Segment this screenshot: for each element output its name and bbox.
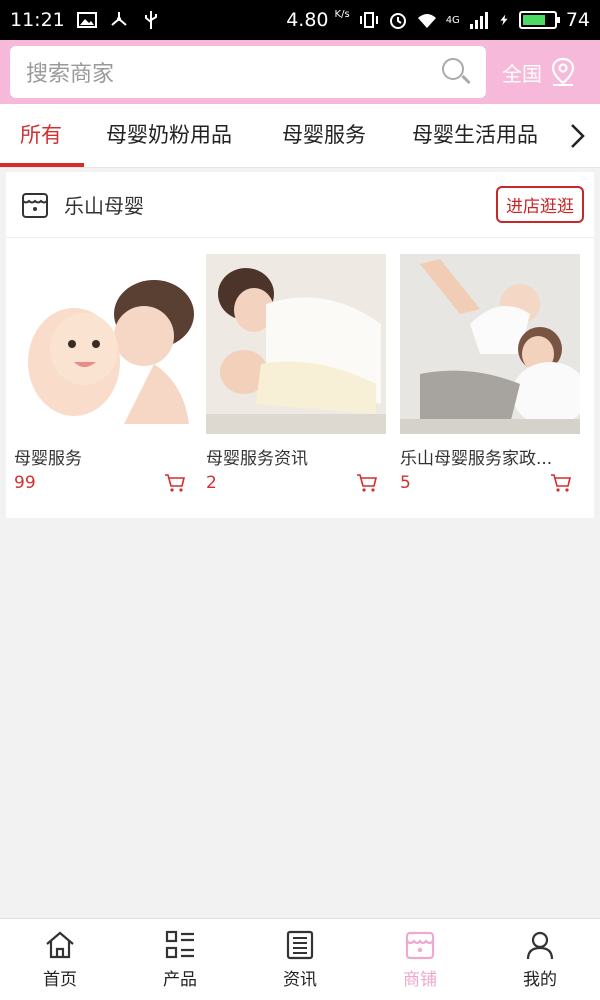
search-icon[interactable] <box>442 58 471 86</box>
cart-icon[interactable] <box>550 473 572 493</box>
vibrate-icon <box>359 12 378 28</box>
shop-header: 乐山母婴 进店逛逛 <box>6 172 594 238</box>
home-icon <box>46 931 74 959</box>
product-card[interactable]: 母婴服务 99 <box>14 254 194 493</box>
enter-shop-button[interactable]: 进店逛逛 <box>496 186 584 223</box>
nav-label: 首页 <box>43 970 77 990</box>
nav-label: 资讯 <box>283 970 317 990</box>
product-name: 母婴服务资讯 <box>206 449 308 469</box>
network-type: 4G <box>445 14 460 26</box>
grid-list-icon <box>165 930 194 959</box>
signal-icon <box>469 12 488 29</box>
cart-icon[interactable] <box>356 473 378 493</box>
bottom-nav: 首页 产品 资讯 商铺 我的 <box>0 918 600 1000</box>
search-placeholder: 搜索商家 <box>26 62 115 87</box>
nav-stores[interactable]: 商铺 <box>360 919 480 1000</box>
alarm-icon <box>389 13 406 29</box>
nav-label: 我的 <box>523 970 557 990</box>
product-price: 99 <box>14 473 36 493</box>
product-name: 母婴服务 <box>14 449 82 469</box>
tab-services[interactable]: 母婴服务 <box>282 104 366 168</box>
shop-card: 乐山母婴 进店逛逛 母婴服务 99 母婴服务资讯 2 乐山母婴服务家政... 5 <box>6 172 594 518</box>
status-bar: 11:21 4.80 K/s 4G 74 <box>0 0 600 40</box>
product-card[interactable]: 乐山母婴服务家政... 5 <box>400 254 588 493</box>
location-pin-icon <box>551 57 575 86</box>
product-card[interactable]: 母婴服务资讯 2 <box>206 254 386 493</box>
battery-percent: 74 <box>565 9 590 31</box>
active-tab-indicator <box>0 163 84 167</box>
chevron-right-icon[interactable] <box>564 122 590 150</box>
category-tabs: 所有 母婴奶粉用品 母婴服务 母婴生活用品 <box>0 104 600 168</box>
search-input[interactable]: 搜索商家 <box>10 46 486 98</box>
tab-daily-supplies[interactable]: 母婴生活用品 <box>412 104 538 168</box>
nav-home[interactable]: 首页 <box>0 919 120 1000</box>
cart-icon[interactable] <box>164 473 186 493</box>
product-image[interactable] <box>400 254 588 434</box>
battery-icon <box>518 11 560 29</box>
charging-icon <box>500 14 508 26</box>
user-icon <box>526 931 554 960</box>
status-time: 11:21 <box>10 9 65 31</box>
product-list: 母婴服务 99 母婴服务资讯 2 乐山母婴服务家政... 5 <box>6 238 594 518</box>
product-image[interactable] <box>14 254 194 434</box>
wifi-icon <box>417 14 436 28</box>
news-icon <box>286 930 314 960</box>
gallery-icon <box>76 12 97 28</box>
nav-profile[interactable]: 我的 <box>480 919 600 1000</box>
region-selector[interactable]: 全国 <box>502 57 576 87</box>
usb-icon <box>144 11 157 29</box>
product-price: 5 <box>400 473 411 493</box>
product-price: 2 <box>206 473 217 493</box>
battery-fill <box>522 15 545 25</box>
tab-all[interactable]: 所有 <box>20 104 62 168</box>
product-name: 乐山母婴服务家政... <box>400 449 553 469</box>
product-image[interactable] <box>206 254 386 434</box>
share-icon <box>111 12 127 26</box>
search-header: 搜索商家 全国 <box>0 40 600 104</box>
nav-products[interactable]: 产品 <box>120 919 240 1000</box>
nav-label: 商铺 <box>403 970 437 990</box>
nav-news[interactable]: 资讯 <box>240 919 360 1000</box>
shop-name: 乐山母婴 <box>64 194 144 218</box>
region-label: 全国 <box>502 61 542 86</box>
nav-label: 产品 <box>163 970 197 990</box>
tab-formula-supplies[interactable]: 母婴奶粉用品 <box>106 104 232 168</box>
store-icon <box>22 192 48 218</box>
store-icon <box>405 931 435 960</box>
network-speed: 4.80 K/s <box>286 9 350 31</box>
